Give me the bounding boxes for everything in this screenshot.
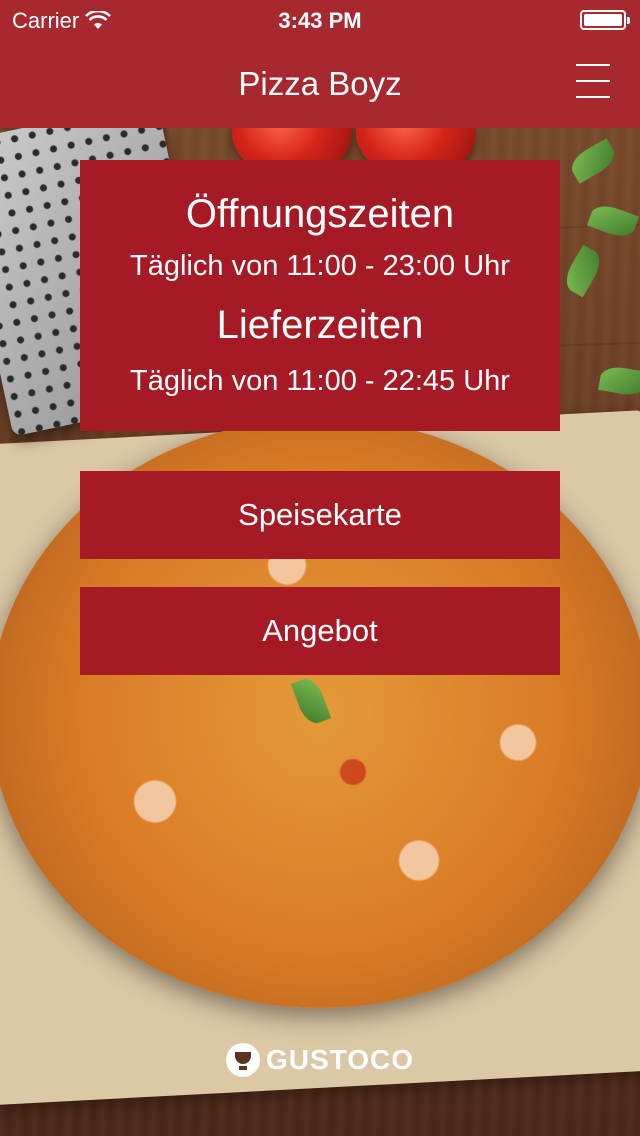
- opening-hours-text: Täglich von 11:00 - 23:00 Uhr: [130, 250, 510, 282]
- delivery-hours-text: Täglich von 11:00 - 22:45 Uhr: [130, 365, 510, 397]
- menu-line: [576, 96, 610, 98]
- battery-level: [584, 14, 622, 26]
- gustoco-logo-icon: [225, 1043, 260, 1077]
- menu-line: [576, 64, 610, 66]
- basil-leaf: [598, 364, 640, 398]
- hours-panel: Öffnungszeiten Täglich von 11:00 - 23:00…: [80, 160, 560, 431]
- hamburger-menu-icon[interactable]: [576, 64, 610, 98]
- opening-hours-heading: Öffnungszeiten: [185, 192, 455, 236]
- battery-icon: [580, 10, 630, 30]
- page-title: Pizza Boyz: [238, 65, 402, 102]
- status-bar: Carrier 3:43 PM: [0, 0, 640, 40]
- menu-line: [576, 80, 610, 82]
- delivery-hours-heading: Lieferzeiten: [216, 303, 424, 347]
- footer-logo: GUSTOCO: [0, 1040, 640, 1080]
- status-time: 3:43 PM: [278, 8, 362, 33]
- navigation-bar: Carrier 3:43 PM Pizza Boyz: [0, 0, 640, 128]
- basil-leaf: [566, 138, 620, 184]
- basil-leaf: [560, 244, 606, 298]
- logo-text: GUSTOCO: [265, 1044, 415, 1075]
- basil-leaf: [586, 200, 640, 242]
- offer-button[interactable]: Angebot: [80, 587, 560, 675]
- menu-button[interactable]: Speisekarte: [80, 471, 560, 559]
